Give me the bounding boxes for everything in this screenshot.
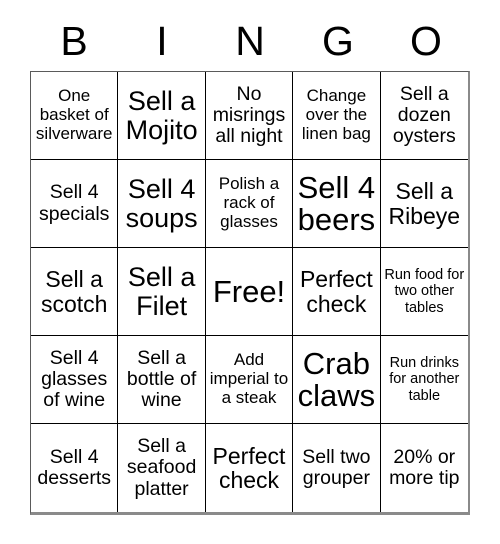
bingo-cell-text: Polish a rack of glasses [218, 174, 280, 231]
bingo-cell-text: Perfect check [212, 442, 286, 493]
bingo-cell-o1[interactable]: Sell a dozen oysters [380, 72, 468, 160]
bingo-cell-text: Sell a seafood platter [126, 435, 197, 500]
bingo-cell-n2[interactable]: Polish a rack of glasses [205, 160, 294, 248]
bingo-cell-b5[interactable]: Sell 4 desserts [31, 424, 119, 512]
bingo-cell-i1[interactable]: Sell a Mojito [118, 72, 206, 160]
bingo-cell-text: Sell 4 specials [38, 181, 110, 225]
header-letter-n: N [235, 17, 265, 64]
header-letter-g: G [322, 17, 354, 64]
bingo-cell-g2[interactable]: Sell 4 beers [293, 160, 381, 248]
header-letter-o: O [410, 17, 442, 64]
bingo-cell-i2[interactable]: Sell 4 soups [118, 160, 206, 248]
bingo-cell-o3[interactable]: Run food for two other tables [380, 248, 468, 336]
bingo-cell-text: Sell a Filet [127, 262, 196, 321]
bingo-cell-text: Perfect check [299, 266, 373, 317]
bingo-cell-text: One basket of silverware [35, 86, 113, 143]
bingo-cell-b1[interactable]: One basket of silverware [31, 72, 119, 160]
bingo-cell-text: Sell 4 beers [297, 169, 376, 237]
bingo-cell-text: No misrings all night [212, 82, 286, 148]
bingo-cell-text: Sell a scotch [40, 266, 108, 317]
bingo-cell-o2[interactable]: Sell a Ribeye [380, 160, 468, 248]
bingo-cell-i3[interactable]: Sell a Filet [118, 248, 206, 336]
bingo-cell-text: Sell 4 desserts [37, 445, 112, 489]
bingo-cell-i5[interactable]: Sell a seafood platter [118, 424, 206, 512]
bingo-cell-text: Sell a dozen oysters [392, 82, 456, 148]
bingo-cell-text: Sell 4 glasses of wine [41, 346, 108, 412]
bingo-cell-g4[interactable]: Crab claws [293, 336, 381, 424]
bingo-cell-text: Sell two grouper [302, 445, 371, 489]
bingo-cell-text: 20% or more tip [389, 445, 460, 489]
bingo-cell-n1[interactable]: No misrings all night [205, 72, 294, 160]
bingo-cell-g1[interactable]: Change over the linen bag [293, 72, 381, 160]
header-letter-b: B [60, 17, 88, 64]
bingo-cell-text: Sell a bottle of wine [126, 346, 197, 412]
bingo-cell-o4[interactable]: Run drinks for another table [380, 336, 468, 424]
bingo-cell-g3[interactable]: Perfect check [293, 248, 381, 336]
bingo-cell-text: Run food for two other tables [384, 266, 465, 316]
bingo-cell-text: Crab claws [297, 345, 376, 413]
bingo-cell-n4[interactable]: Add imperial to a steak [205, 336, 294, 424]
bingo-cell-text: Add imperial to a steak [209, 350, 289, 407]
free-space-label: Free! [212, 273, 286, 309]
bingo-card: B I N G O One basket of silverware Sell … [0, 0, 500, 544]
bingo-cell-g5[interactable]: Sell two grouper [293, 424, 381, 512]
bingo-cell-text: Run drinks for another table [389, 354, 460, 404]
header-letter-i: I [156, 17, 168, 64]
bingo-cell-o5[interactable]: 20% or more tip [381, 424, 468, 512]
bingo-cell-text: Sell a Mojito [125, 86, 198, 145]
bingo-cell-n5[interactable]: Perfect check [206, 424, 294, 512]
bingo-cell-i4[interactable]: Sell a bottle of wine [118, 336, 206, 424]
bingo-cell-text: Sell 4 soups [125, 174, 198, 233]
bingo-cell-b4[interactable]: Sell 4 glasses of wine [31, 336, 119, 424]
bingo-cell-b3[interactable]: Sell a scotch [31, 248, 119, 336]
bingo-cell-text: Sell a Ribeye [388, 178, 461, 229]
bingo-cell-free-space[interactable]: Free! [205, 248, 294, 336]
bingo-cell-text: Change over the linen bag [301, 86, 371, 143]
bingo-cell-b2[interactable]: Sell 4 specials [31, 160, 119, 248]
bingo-header: B I N G O [30, 12, 470, 70]
bingo-grid: One basket of silverware Sell a Mojito N… [30, 71, 470, 515]
